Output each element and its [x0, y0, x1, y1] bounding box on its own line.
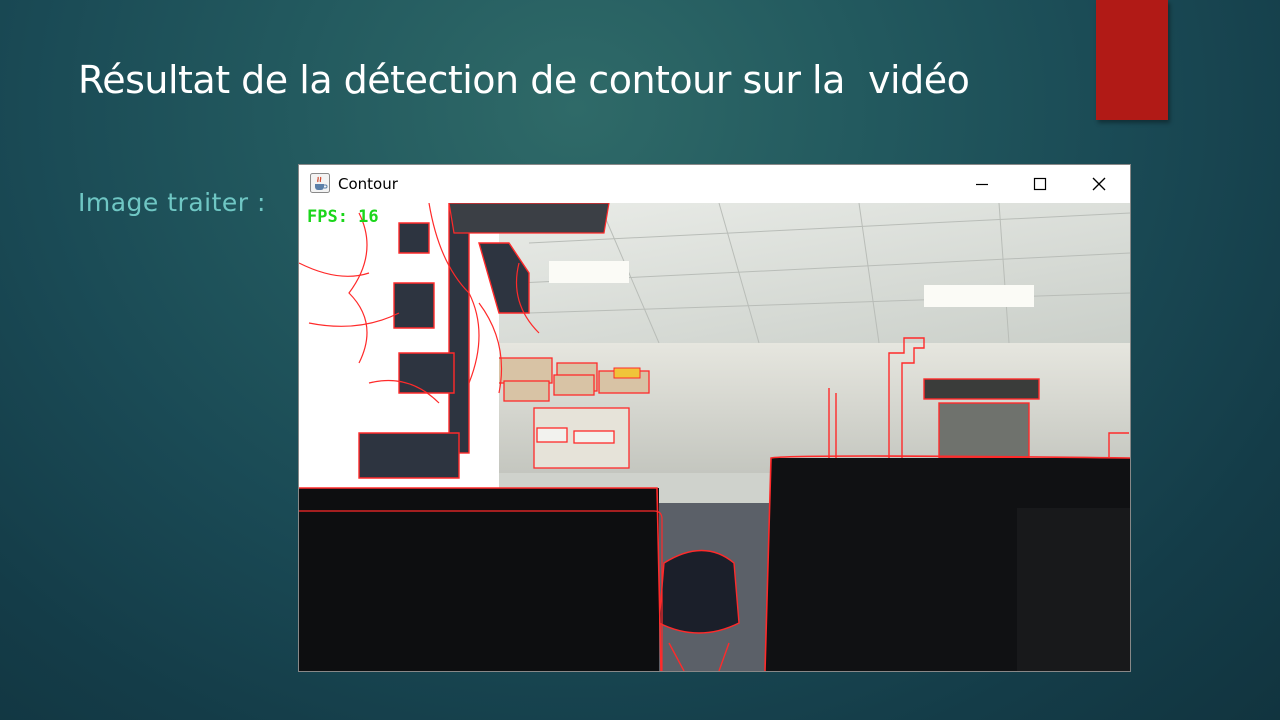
contour-window[interactable]: Contour FPS: 16: [299, 165, 1130, 671]
minimize-icon: [976, 183, 988, 186]
slide-title: Résultat de la détection de contour sur …: [78, 58, 970, 102]
window-titlebar[interactable]: Contour: [299, 165, 1130, 203]
close-icon: [1092, 177, 1106, 191]
maximize-button[interactable]: [1011, 165, 1069, 203]
java-coffee-icon: [310, 173, 330, 193]
bullet-label: Image traiter :: [78, 188, 266, 217]
fps-counter: FPS: 16: [307, 207, 379, 227]
accent-bar: [1096, 0, 1168, 120]
video-frame: FPS: 16: [299, 203, 1130, 671]
contour-video-image: [299, 203, 1130, 671]
maximize-icon: [1033, 177, 1047, 191]
minimize-button[interactable]: [953, 165, 1011, 203]
window-title: Contour: [338, 175, 398, 193]
close-button[interactable]: [1070, 165, 1128, 203]
